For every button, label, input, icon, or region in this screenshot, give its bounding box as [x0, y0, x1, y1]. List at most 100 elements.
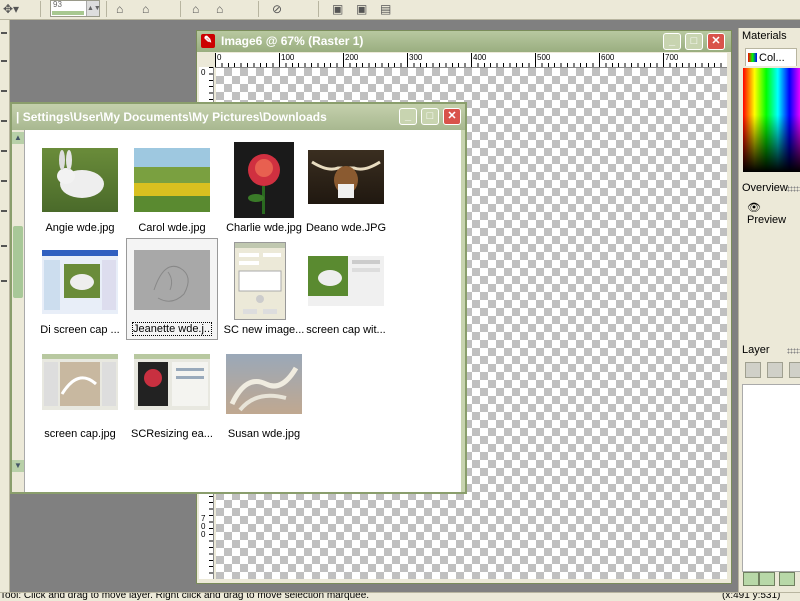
tool-tick[interactable]	[1, 280, 7, 282]
file-name: Charlie wde.jpg	[226, 222, 302, 234]
preview-tab[interactable]: 👁 Preview	[747, 201, 800, 226]
scroll-down-icon[interactable]: ▼	[12, 460, 24, 472]
arrange-icon-2[interactable]: ▣	[356, 1, 367, 17]
rose-painting-thumbnail	[234, 142, 294, 218]
ruler-label: 700	[665, 53, 679, 62]
file-name: screen cap wit...	[306, 324, 386, 336]
tool-tick[interactable]	[1, 90, 7, 92]
toolbar-separator	[40, 1, 41, 17]
file-item[interactable]: SCResizing ea...	[126, 350, 218, 450]
ruler-label: 400	[473, 53, 487, 62]
file-name: Deano wde.JPG	[305, 222, 387, 234]
file-name: Carol wde.jpg	[138, 222, 206, 234]
file-item[interactable]: SC new image...	[218, 238, 310, 338]
layer-option-icon[interactable]	[789, 362, 800, 378]
file-item[interactable]: Deano wde.JPG	[300, 144, 392, 244]
rose-screenshot-thumbnail	[134, 354, 210, 410]
tool-tick[interactable]	[1, 60, 7, 62]
file-item[interactable]: Angie wde.jpg	[34, 144, 126, 244]
browser-titlebar[interactable]: | Settings\User\My Documents\My Pictures…	[12, 104, 465, 130]
delete-layer-icon[interactable]	[767, 362, 783, 378]
browser-scrollbar[interactable]: ▲ ▼	[12, 130, 25, 492]
opacity-field[interactable]: 93 ▲▼	[50, 0, 101, 17]
file-item[interactable]: screen cap.jpg	[34, 350, 126, 450]
ruler-label: 200	[345, 53, 359, 62]
opacity-slider[interactable]	[52, 11, 84, 15]
tool-tick[interactable]	[1, 210, 7, 212]
ruler-label: 0	[217, 53, 222, 62]
close-button[interactable]: ✕	[707, 33, 725, 50]
layer-bottom-icon[interactable]: ⌂	[216, 1, 223, 17]
palette-grip[interactable]	[787, 348, 800, 354]
file-item[interactable]: Charlie wde.jpg	[218, 138, 310, 238]
minimize-button[interactable]: _	[663, 33, 681, 50]
layer-top-icon[interactable]: ⌂	[192, 1, 199, 17]
materials-palette-title: Materials	[742, 30, 787, 42]
toolbar-separator	[258, 1, 259, 17]
layer-bottom-button[interactable]	[743, 572, 759, 586]
file-browser-window[interactable]: | Settings\User\My Documents\My Pictures…	[10, 102, 467, 494]
close-button[interactable]: ✕	[443, 108, 461, 125]
dialog-screenshot-thumbnail	[234, 242, 286, 320]
color-swatch-icon	[748, 53, 757, 62]
bull-photo-thumbnail	[308, 150, 384, 204]
ruler-tick	[407, 53, 408, 67]
ruler-label: 0	[201, 68, 206, 77]
minimize-button[interactable]: _	[399, 108, 417, 125]
tool-tick[interactable]	[1, 32, 7, 34]
image-document-icon: ✎	[201, 34, 215, 48]
browser-frame-edge	[461, 130, 465, 492]
eye-icon: 👁	[747, 202, 761, 214]
image-title: Image6 @ 67% (Raster 1)	[221, 34, 364, 48]
toolbar-separator	[180, 1, 181, 17]
file-name: SCResizing ea...	[131, 428, 213, 440]
maximize-button[interactable]: □	[685, 33, 703, 50]
scroll-up-icon[interactable]: ▲	[12, 132, 24, 144]
image-titlebar[interactable]: ✎ Image6 @ 67% (Raster 1) _ □ ✕	[197, 31, 731, 52]
pencil-sketch-thumbnail	[134, 250, 210, 310]
ruler-tick	[215, 53, 216, 67]
file-item[interactable]: screen cap wit...	[300, 246, 392, 346]
screenshot-thumbnail	[42, 250, 118, 314]
tool-tick[interactable]	[1, 120, 7, 122]
tool-tick[interactable]	[1, 245, 7, 247]
ruler-label: 100	[281, 53, 295, 62]
layer-raise-icon[interactable]: ⌂	[116, 1, 123, 17]
file-name: Di screen cap ...	[40, 324, 120, 336]
layer-bottom-button[interactable]	[759, 572, 775, 586]
ruler-tick	[343, 53, 344, 67]
arrange-icon-3[interactable]: ▤	[380, 1, 391, 17]
file-item[interactable]: Carol wde.jpg	[126, 144, 218, 244]
ruler-label: 600	[601, 53, 615, 62]
file-name: screen cap.jpg	[44, 428, 116, 440]
scroll-thumb[interactable]	[13, 226, 23, 298]
rabbit-photo-thumbnail	[42, 148, 118, 212]
app-screenshot-thumbnail	[42, 354, 118, 410]
file-name: Angie wde.jpg	[45, 222, 115, 234]
ruler-tick	[599, 53, 600, 67]
layer-bottom-button[interactable]	[779, 572, 795, 586]
ruler-label: 500	[537, 53, 551, 62]
file-name: Susan wde.jpg	[227, 428, 301, 440]
opacity-spinner[interactable]: ▲▼	[86, 1, 101, 16]
materials-color-tab[interactable]: Col...	[745, 48, 797, 66]
browser-path-title: | Settings\User\My Documents\My Pictures…	[16, 110, 327, 124]
palette-grip[interactable]	[787, 186, 800, 192]
ruler-horizontal: 0 100 200 300 400 500 600 700	[215, 53, 727, 68]
file-item[interactable]: Di screen cap ...	[34, 246, 126, 346]
tool-tick[interactable]	[1, 150, 7, 152]
preview-label: Preview	[747, 214, 787, 226]
color-spectrum-picker[interactable]	[743, 68, 800, 172]
file-item[interactable]: Susan wde.jpg	[218, 350, 310, 450]
layer-lower-icon[interactable]: ⌂	[142, 1, 149, 17]
paint-icon[interactable]: ⊘	[272, 1, 282, 17]
move-crosshair-icon[interactable]: ✥▾	[3, 1, 19, 17]
layer-list[interactable]	[742, 384, 800, 572]
new-layer-icon[interactable]	[745, 362, 761, 378]
overview-palette-title: Overview	[742, 182, 788, 194]
toolbar-separator	[318, 1, 319, 17]
file-item-selected[interactable]: Jeanette wde.j...	[126, 238, 218, 340]
maximize-button[interactable]: □	[421, 108, 439, 125]
tool-tick[interactable]	[1, 180, 7, 182]
arrange-icon-1[interactable]: ▣	[332, 1, 343, 17]
